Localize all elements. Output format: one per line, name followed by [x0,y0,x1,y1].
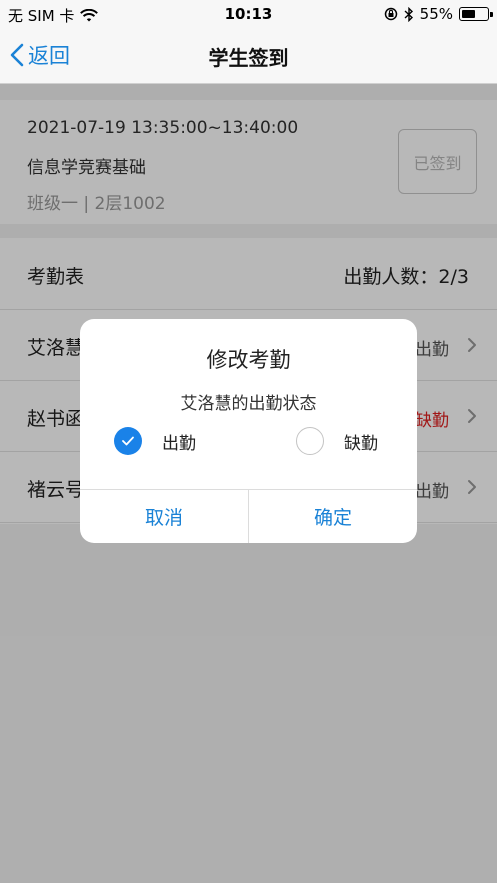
rotation-lock-icon [384,7,397,21]
radio-absent[interactable] [296,427,324,455]
option-absent[interactable]: 缺勤 [296,427,378,455]
battery-icon [459,7,493,21]
bluetooth-icon [404,6,413,22]
edit-attendance-dialog: 修改考勤 艾洛慧的出勤状态 出勤 缺勤 取消 确定 [80,319,417,543]
confirm-button[interactable]: 确定 [248,490,417,543]
page-title: 学生签到 [208,46,289,70]
dialog-subtitle: 艾洛慧的出勤状态 [180,394,317,414]
option-absent-label: 缺勤 [344,433,378,454]
status-right: 55% [384,5,493,23]
option-present-label: 出勤 [162,433,196,454]
dialog-title: 修改考勤 [206,348,291,372]
radio-present[interactable] [114,427,142,455]
dialog-actions: 取消 确定 [80,489,417,543]
cancel-button[interactable]: 取消 [80,490,248,543]
battery-fill [462,10,475,18]
battery-percent: 55% [419,5,453,23]
status-bar: 无 SIM 卡 10:13 55% [0,0,497,28]
nav-bar: 返回 学生签到 [0,28,497,84]
battery-cap [490,12,493,17]
check-icon [122,436,134,446]
option-present[interactable]: 出勤 [114,427,196,455]
